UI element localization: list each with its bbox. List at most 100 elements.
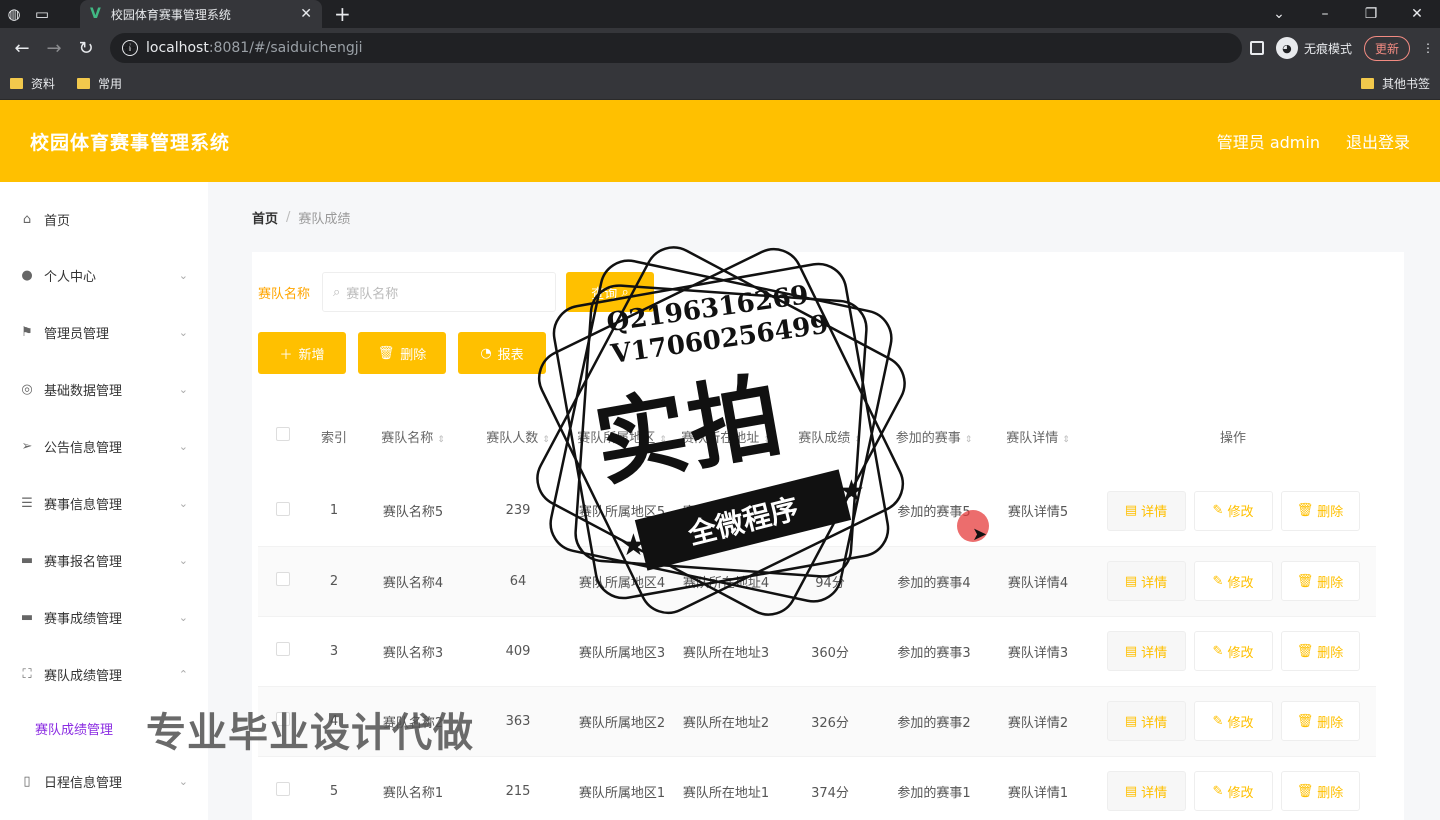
restore-icon[interactable]: ❐ xyxy=(1348,6,1394,22)
breadcrumb-home[interactable]: 首页 xyxy=(252,208,278,227)
tab-overview-icon[interactable]: ▭ xyxy=(28,0,56,28)
sidebar-item-event-scores[interactable]: ▬ 赛事成绩管理 ⌄ xyxy=(0,589,208,646)
batch-delete-button[interactable]: 🗑 删除 xyxy=(358,332,446,374)
query-button[interactable]: 查询 ⌕ xyxy=(566,272,655,312)
side-panel-icon[interactable] xyxy=(1249,41,1264,55)
minimize-icon[interactable]: – xyxy=(1302,6,1348,22)
sort-icon[interactable]: ⇕ xyxy=(965,435,973,445)
select-all-cell[interactable] xyxy=(258,396,308,476)
sort-icon[interactable]: ⇕ xyxy=(854,435,862,445)
document-icon: ▤ xyxy=(1124,503,1138,519)
sidebar-item-events[interactable]: ☰ 赛事信息管理 ⌄ xyxy=(0,475,208,532)
delete-button[interactable]: 🗑 删除 xyxy=(1280,771,1360,811)
delete-button[interactable]: 🗑 删除 xyxy=(1280,701,1360,741)
trash-icon: 🗑 xyxy=(1296,643,1314,659)
bookmark-star-icon[interactable]: ☆ xyxy=(122,39,136,58)
row-select-cell[interactable] xyxy=(258,476,308,546)
delete-button[interactable]: 🗑 删除 xyxy=(1280,490,1360,531)
col-address[interactable]: 赛队所在地址 ⇕ xyxy=(674,396,778,476)
cell-detail: 赛队详情1 xyxy=(1007,785,1069,801)
back-arrow-icon[interactable]: ← xyxy=(6,38,38,59)
bookmark-folder-2[interactable]: 常用 xyxy=(77,75,122,92)
cell-address: 赛队所在地址5 xyxy=(682,505,770,521)
other-bookmarks[interactable]: 其他书签 xyxy=(1360,75,1430,92)
col-detail[interactable]: 赛队详情 ⇕ xyxy=(986,396,1090,476)
cell-region: 赛队所属地区5 xyxy=(578,505,666,521)
col-score[interactable]: 赛队成绩 ⇕ xyxy=(778,396,882,476)
row-checkbox[interactable] xyxy=(276,501,290,516)
bookmark-folder-1[interactable]: 资料 xyxy=(10,75,55,92)
row-select-cell[interactable] xyxy=(258,616,308,686)
row-select-cell[interactable] xyxy=(258,546,308,616)
sidebar-item-signups[interactable]: ▬ 赛事报名管理 ⌄ xyxy=(0,532,208,589)
col-count[interactable]: 赛队人数 ⇕ xyxy=(466,396,570,476)
edit-button[interactable]: ✎ 修改 xyxy=(1193,701,1273,741)
detail-button[interactable]: ▤ 详情 xyxy=(1106,631,1186,671)
update-button[interactable]: 更新 xyxy=(1363,35,1410,61)
delete-button[interactable]: 🗑 删除 xyxy=(1280,561,1360,601)
reload-icon[interactable]: ↻ xyxy=(70,38,102,59)
sort-icon[interactable]: ⇕ xyxy=(1062,435,1070,445)
query-button-label: 查询 xyxy=(591,286,618,302)
bookmark-label: 资料 xyxy=(31,77,56,91)
incognito-indicator[interactable]: ◕ 无痕模式 xyxy=(1275,37,1352,59)
forward-arrow-icon[interactable]: → xyxy=(38,38,70,59)
row-select-cell[interactable] xyxy=(258,756,308,820)
sidebar-item-basedata[interactable]: ◎ 基础数据管理 ⌄ xyxy=(0,361,208,418)
home-icon: ⌂ xyxy=(22,212,32,227)
table-row: 2 赛队名称4 64 赛队所属地区4 赛队所在地址4 94分 参加的赛事4 赛队详情4 ▤ 详情 ✎… xyxy=(258,546,1376,616)
tab-search-chevron-icon[interactable]: ⌄ xyxy=(1256,6,1302,22)
select-all-checkbox[interactable] xyxy=(276,427,290,441)
detail-button[interactable]: ▤ 详情 xyxy=(1106,701,1186,741)
cell-region: 赛队所属地区2 xyxy=(578,715,666,731)
new-tab-icon[interactable]: + xyxy=(334,2,351,26)
sidebar-item-notices[interactable]: ➢ 公告信息管理 ⌄ xyxy=(0,418,208,475)
detail-button[interactable]: ▤ 详情 xyxy=(1106,561,1186,601)
sidebar-item-team-scores[interactable]: ⛶ 赛队成绩管理 ⌃ xyxy=(0,646,208,703)
col-label: 索引 xyxy=(320,430,347,446)
sidebar-item-schedule[interactable]: ▯ 日程信息管理 ⌄ xyxy=(0,753,208,810)
sort-icon[interactable]: ⇕ xyxy=(542,435,550,445)
edit-button[interactable]: ✎ 修改 xyxy=(1193,490,1273,531)
window-close-icon[interactable]: ✕ xyxy=(1394,6,1440,22)
row-checkbox[interactable] xyxy=(276,782,290,796)
browser-menu-icon[interactable]: ⋮ xyxy=(1422,41,1434,55)
row-checkbox[interactable] xyxy=(276,642,290,656)
delete-button-label: 删除 xyxy=(400,347,427,363)
edit-button[interactable]: ✎ 修改 xyxy=(1193,561,1273,601)
col-event[interactable]: 参加的赛事 ⇕ xyxy=(882,396,986,476)
cell-name: 赛队名称5 xyxy=(382,505,444,521)
cell-region: 赛队所属地区4 xyxy=(578,575,666,591)
detail-button[interactable]: ▤ 详情 xyxy=(1106,490,1186,531)
report-button[interactable]: ◔ 报表 xyxy=(458,332,546,374)
sort-icon[interactable]: ⇕ xyxy=(763,435,771,445)
browser-globe-icon[interactable]: ◍ xyxy=(0,0,28,28)
row-checkbox[interactable] xyxy=(276,572,290,586)
url-input[interactable]: i localhost:8081/#/saiduichengji ☆ xyxy=(110,33,1242,63)
col-label: 赛队名称 xyxy=(381,430,434,446)
detail-button[interactable]: ▤ 详情 xyxy=(1106,771,1186,811)
user-icon: ● xyxy=(21,268,33,283)
logout-link[interactable]: 退出登录 xyxy=(1346,129,1410,153)
col-name[interactable]: 赛队名称 ⇕ xyxy=(360,396,466,476)
target-icon: ◎ xyxy=(21,382,33,397)
add-button[interactable]: ＋ 新增 xyxy=(258,332,346,374)
cell-actions: ▤ 详情 ✎ 修改 🗑 删除 xyxy=(1090,686,1376,756)
tab-close-icon[interactable]: ✕ xyxy=(300,6,312,22)
search-input[interactable]: ⌕ 赛队名称 xyxy=(322,272,557,312)
edit-label: 修改 xyxy=(1227,785,1254,801)
sidebar-item-profile[interactable]: ● 个人中心 ⌄ xyxy=(0,247,208,304)
sidebar-item-admins[interactable]: ⚑ 管理员管理 ⌄ xyxy=(0,304,208,361)
browser-tab[interactable]: V 校园体育赛事管理系统 ✕ xyxy=(80,0,322,28)
col-region[interactable]: 赛队所属地区 ⇕ xyxy=(570,396,674,476)
sidebar-item-home[interactable]: ⌂ 首页 xyxy=(0,192,208,247)
plus-icon: ＋ xyxy=(279,347,293,363)
chevron-down-icon: ⌄ xyxy=(178,611,188,624)
pencil-icon: ✎ xyxy=(1212,573,1224,589)
edit-button[interactable]: ✎ 修改 xyxy=(1193,771,1273,811)
delete-button[interactable]: 🗑 删除 xyxy=(1280,631,1360,671)
edit-button[interactable]: ✎ 修改 xyxy=(1193,631,1273,671)
sort-icon[interactable]: ⇕ xyxy=(437,435,445,445)
sidebar-item-label: 赛队成绩管理 xyxy=(44,669,123,684)
sort-icon[interactable]: ⇕ xyxy=(659,435,667,445)
